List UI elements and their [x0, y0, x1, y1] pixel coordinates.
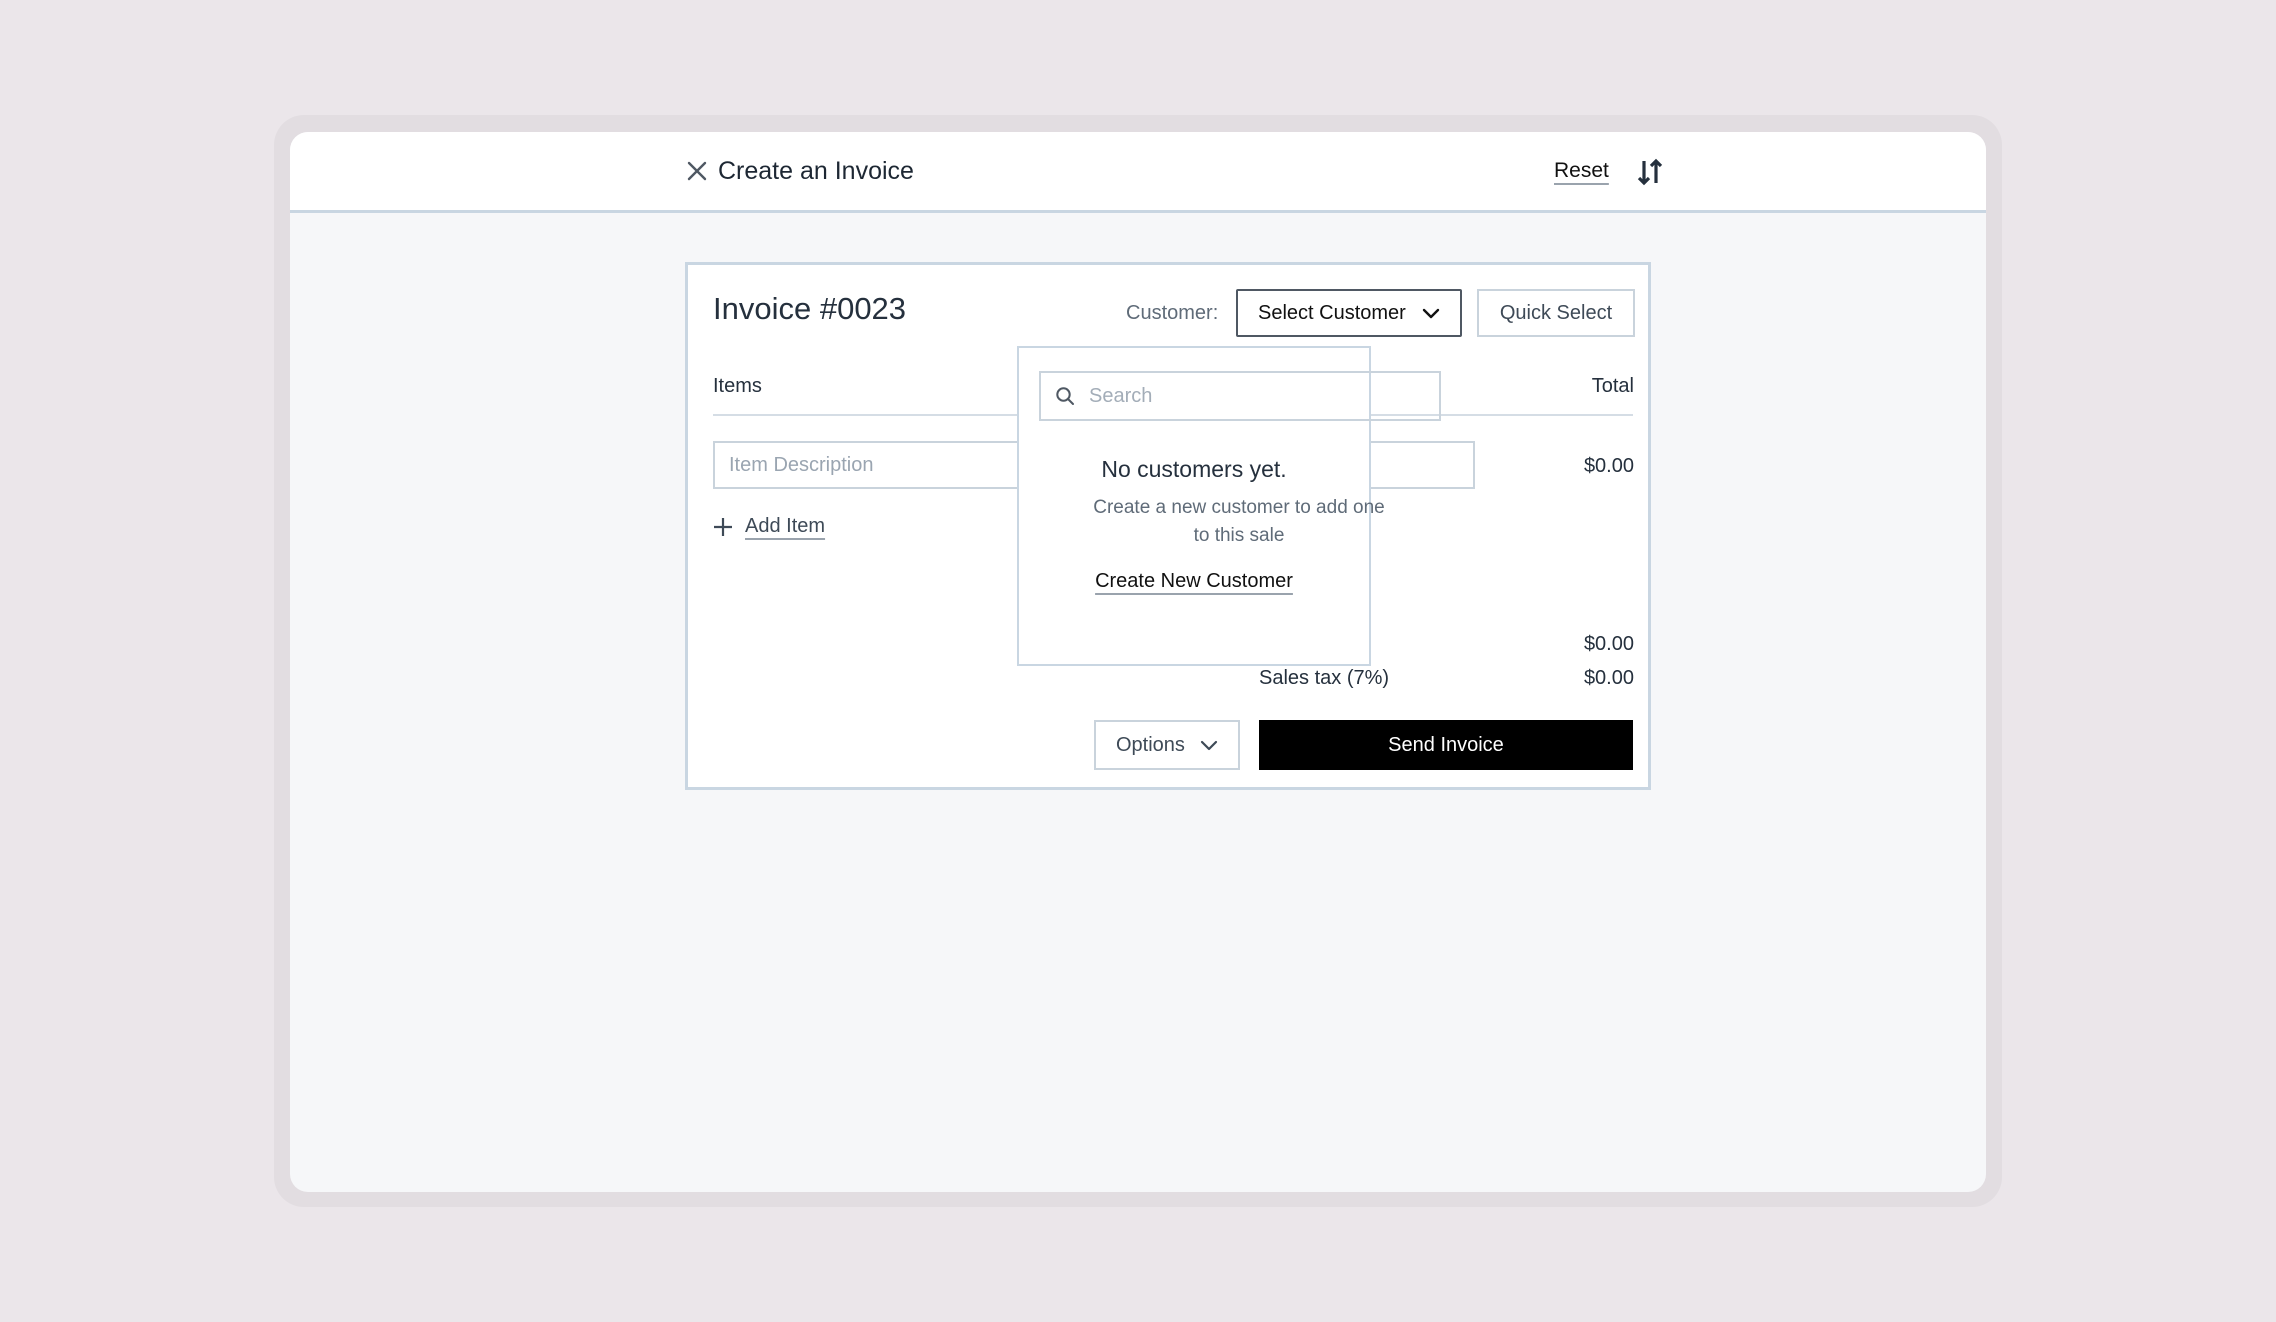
sales-tax-label: Sales tax (7%) — [1259, 667, 1390, 689]
chevron-down-icon — [1422, 308, 1440, 319]
plus-icon — [714, 517, 732, 536]
empty-state-description: Create a new customer to add one to this… — [1093, 497, 1385, 546]
create-new-customer-link[interactable]: Create New Customer — [1019, 570, 1369, 593]
options-label: Options — [1116, 733, 1185, 756]
select-customer-button[interactable]: Select Customer — [1236, 289, 1462, 337]
close-button[interactable] — [682, 156, 712, 186]
sort-button[interactable] — [1632, 154, 1668, 190]
invoice-window: Create an Invoice Reset Invoice #0023 Cu… — [290, 132, 1986, 1192]
select-customer-label: Select Customer — [1258, 301, 1406, 324]
total-header: Total — [1591, 375, 1634, 397]
search-icon — [1056, 387, 1074, 405]
invoice-title: Invoice #0023 — [713, 291, 907, 326]
sales-tax-value: $0.00 — [1583, 667, 1634, 689]
close-icon — [687, 161, 707, 181]
item-description-placeholder: Item Description — [729, 453, 874, 476]
send-invoice-button[interactable]: Send Invoice — [1259, 720, 1633, 770]
add-item-label: Add Item — [745, 515, 826, 537]
sort-icon — [1637, 158, 1663, 186]
reset-link[interactable]: Reset — [1554, 152, 1609, 190]
line-total-value: $0.00 — [1583, 455, 1634, 477]
customer-search-field[interactable] — [1039, 371, 1441, 421]
items-header: Items — [713, 375, 762, 397]
chevron-down-icon — [1200, 740, 1218, 751]
top-bar: Create an Invoice Reset — [290, 132, 1986, 213]
subtotal-value: $0.00 — [1583, 633, 1634, 655]
customer-search-input[interactable] — [1087, 383, 1411, 409]
customer-dropdown: No customers yet. Create a new customer … — [1017, 346, 1441, 666]
page-title: Create an Invoice — [718, 157, 914, 185]
empty-state-title: No customers yet. — [1101, 456, 1287, 482]
add-item-button[interactable]: Add Item — [713, 515, 825, 538]
quick-select-button[interactable]: Quick Select — [1477, 289, 1635, 337]
customer-label: Customer: — [1126, 302, 1219, 324]
options-button[interactable]: Options — [1094, 720, 1240, 770]
